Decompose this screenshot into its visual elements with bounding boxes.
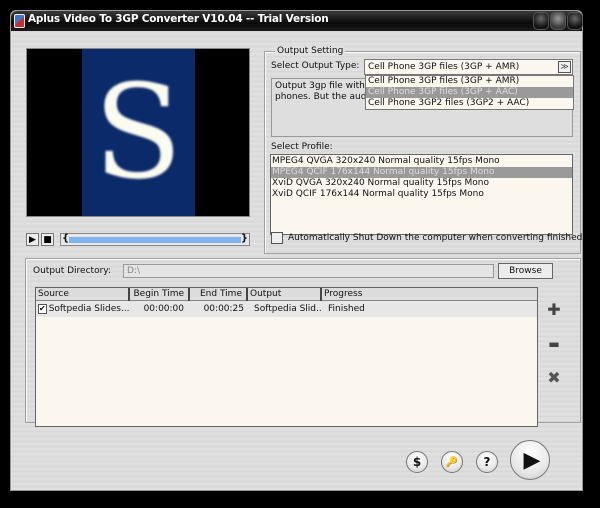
remove-icon[interactable]: ▬ [547,337,561,351]
output-cell: Softpedia Slid... [254,304,322,314]
begin-time-cell: 00:00:00 [143,304,184,314]
trim-start-handle[interactable]: { [62,233,69,244]
question-icon: ? [483,455,491,469]
dropdown-option[interactable]: Cell Phone 3GP2 files (3GP2 + AAC) [366,98,573,109]
output-type-select[interactable]: Cell Phone 3GP files (3GP + AMR) ≫ [364,59,573,75]
profile-item[interactable]: MPEG4 QVGA 320x240 Normal quality 15fps … [271,156,572,167]
profile-item[interactable]: XviD QVGA 320x240 Normal quality 15fps M… [271,178,572,189]
output-type-value: Cell Phone 3GP files (3GP + AMR) [368,62,520,72]
register-button[interactable]: 🔑 [441,451,463,473]
profile-list[interactable]: MPEG4 QVGA 320x240 Normal quality 15fps … [270,154,573,235]
stop-button[interactable]: ■ [41,233,54,246]
file-list[interactable]: Source Begin Time End Time Output Progre… [35,287,538,427]
row-checkbox[interactable]: ✔ [38,304,47,314]
source-value: Softpedia Slides... [48,304,130,314]
dropdown-option[interactable]: Cell Phone 3GP files (3GP + AMR) [366,76,573,87]
output-type-label: Select Output Type: [271,61,360,71]
dollar-icon: $ [412,455,422,469]
play-button[interactable]: ▶ [26,233,39,246]
browse-button[interactable]: Browse [498,263,553,279]
profile-item[interactable]: XviD QCIF 176x144 Normal quality 15fps M… [271,189,572,200]
output-directory-label: Output Directory: [33,266,111,276]
video-preview: S [26,48,250,217]
chevron-double-down-icon[interactable]: ≫ [558,61,571,73]
buy-button[interactable]: $ [406,451,428,473]
trim-range-fill [69,237,241,243]
column-header-begin-time[interactable]: Begin Time [130,288,190,301]
output-directory-field[interactable]: D:\ [123,264,494,278]
output-setting-title: Output Setting [275,46,346,56]
table-row[interactable]: ✔ Softpedia Slides... 00:00:00 00:00:25 … [36,301,537,317]
trim-slider[interactable]: { } [60,233,250,246]
window-title: Aplus Video To 3GP Converter V10.04 -- T… [28,13,329,25]
shutdown-label: Automatically Shut Down the computer whe… [288,233,583,243]
app-icon [14,14,25,28]
trim-end-handle[interactable]: } [241,233,248,244]
stop-icon: ■ [43,234,52,245]
play-icon: ▶ [523,447,541,473]
start-convert-button[interactable]: ▶ [510,440,550,480]
preview-frame-content: S [93,56,183,208]
main-window: Aplus Video To 3GP Converter V10.04 -- T… [10,10,583,491]
key-icon: 🔑 [445,456,459,468]
play-icon: ▶ [29,234,36,245]
help-button[interactable]: ? [476,451,498,473]
dropdown-option[interactable]: Cell Phone 3GP files (3GP + AAC) [366,87,573,98]
clear-icon[interactable]: ✖ [547,370,561,386]
file-list-header: Source Begin Time End Time Output Progre… [36,288,537,301]
title-bar[interactable]: Aplus Video To 3GP Converter V10.04 -- T… [11,11,583,31]
column-header-output[interactable]: Output [248,288,322,301]
progress-cell: Finished [328,304,365,314]
output-type-dropdown: Cell Phone 3GP files (3GP + AMR) Cell Ph… [365,75,574,110]
profile-item[interactable]: MPEG4 QCIF 176x144 Normal quality 15fps … [271,167,572,178]
close-button[interactable] [567,12,583,30]
column-header-source[interactable]: Source [36,288,130,301]
shutdown-checkbox[interactable] [271,232,283,244]
minimize-button[interactable] [533,12,549,30]
source-cell: ✔ Softpedia Slides... [36,304,130,314]
maximize-button[interactable] [550,12,566,30]
add-icon[interactable]: ✚ [547,302,561,318]
column-header-progress[interactable]: Progress [322,288,537,301]
profile-label: Select Profile: [271,142,333,152]
column-header-end-time[interactable]: End Time [190,288,248,301]
end-time-cell: 00:00:25 [203,304,244,314]
